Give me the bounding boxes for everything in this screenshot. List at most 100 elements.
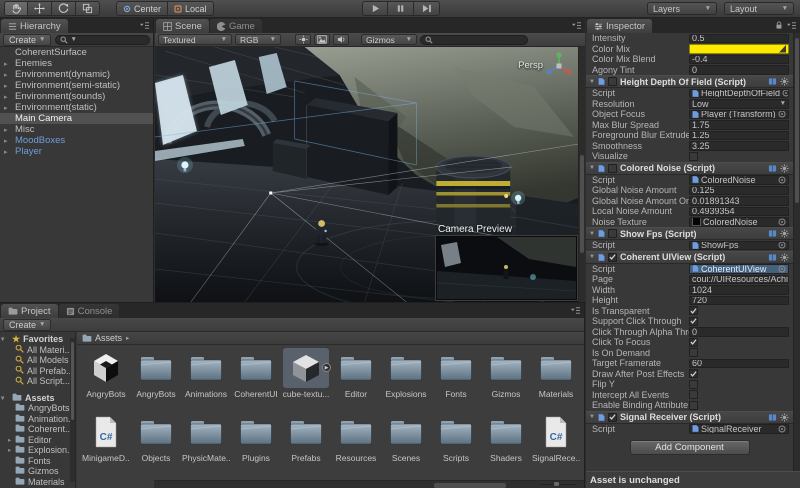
grid-hscrollbar[interactable]: [154, 480, 584, 488]
space-local-button[interactable]: Local: [168, 1, 214, 16]
component-enabled-checkbox[interactable]: [608, 413, 617, 422]
asset-item[interactable]: AngryBots: [81, 348, 131, 412]
object-picker-icon[interactable]: [778, 241, 786, 249]
object-field[interactable]: ColoredNoise: [689, 175, 789, 185]
foldout-icon[interactable]: ▸: [4, 126, 8, 134]
hierarchy-item[interactable]: ▸Player: [0, 146, 153, 157]
play-button[interactable]: [362, 1, 388, 16]
text-field[interactable]: 3.25: [689, 141, 789, 151]
object-picker-icon[interactable]: [778, 265, 786, 273]
gear-icon[interactable]: [780, 413, 789, 422]
texture-field[interactable]: ColoredNoise: [689, 217, 789, 227]
project-create-button[interactable]: Create▼: [3, 319, 51, 331]
asset-expand-badge[interactable]: ▶: [322, 363, 331, 372]
component-enabled-checkbox[interactable]: [608, 77, 617, 86]
checkbox[interactable]: [689, 390, 698, 399]
tree-folder-item[interactable]: Fonts: [0, 456, 75, 467]
hierarchy-item[interactable]: Main Camera: [0, 113, 153, 124]
asset-item[interactable]: Objects: [131, 412, 181, 476]
asset-item[interactable]: ▶cube-textu...: [281, 348, 331, 412]
component-enabled-checkbox[interactable]: [608, 253, 617, 262]
help-icon[interactable]: [768, 253, 777, 262]
gizmos-dropdown[interactable]: Gizmos▼: [361, 34, 417, 45]
asset-item[interactable]: PhysicMate...: [181, 412, 231, 476]
text-field[interactable]: coui://UIResources/Achieven: [689, 275, 789, 285]
hierarchy-item[interactable]: ▸Environment(static): [0, 102, 153, 113]
asset-item[interactable]: Scripts: [431, 412, 481, 476]
tab-project[interactable]: Project: [1, 304, 58, 318]
asset-item[interactable]: Animations: [181, 348, 231, 412]
hierarchy-item[interactable]: ▸Environment(sounds): [0, 91, 153, 102]
text-field[interactable]: -0.4: [689, 55, 789, 65]
scene-scrollbar[interactable]: [578, 47, 585, 302]
light-gizmo-icon[interactable]: [177, 157, 193, 173]
tab-inspector[interactable]: Inspector: [587, 19, 652, 33]
panel-menu-icon[interactable]: [571, 21, 582, 30]
asset-breadcrumb[interactable]: Assets ▸: [77, 332, 584, 345]
object-picker-icon[interactable]: [778, 110, 786, 118]
add-component-button[interactable]: Add Component: [630, 440, 750, 455]
text-field[interactable]: 0: [689, 65, 789, 75]
gear-icon[interactable]: [780, 413, 789, 422]
foldout-icon[interactable]: ▸: [4, 104, 8, 112]
gear-icon[interactable]: [780, 253, 789, 262]
help-icon[interactable]: [768, 413, 777, 422]
checkbox[interactable]: [689, 306, 698, 315]
hierarchy-search-input[interactable]: ▼: [55, 35, 150, 45]
audio-toggle[interactable]: [333, 34, 349, 45]
help-icon[interactable]: [768, 229, 777, 238]
object-picker-icon[interactable]: [778, 176, 786, 184]
object-picker-icon[interactable]: [778, 110, 786, 118]
hierarchy-create-button[interactable]: Create▼: [3, 34, 51, 46]
tab-game[interactable]: Game: [210, 19, 262, 33]
component-enabled-checkbox[interactable]: [608, 164, 617, 173]
tree-favorite-item[interactable]: All Prefab...: [0, 366, 75, 377]
checkbox[interactable]: [689, 317, 698, 326]
asset-item[interactable]: C#MinigameD...: [81, 412, 131, 476]
text-field[interactable]: 0.5: [689, 34, 789, 44]
object-picker-icon[interactable]: [778, 265, 786, 273]
component-header[interactable]: ▼Show Fps (Script): [586, 227, 793, 240]
text-field[interactable]: 0.4939354: [689, 207, 789, 217]
scene-search-input[interactable]: [420, 35, 528, 45]
help-icon[interactable]: [768, 229, 777, 238]
checkbox[interactable]: [689, 338, 698, 347]
object-field[interactable]: Player (Transform): [689, 110, 789, 120]
tab-hierarchy[interactable]: Hierarchy: [1, 19, 68, 33]
scale-tool-button[interactable]: [76, 1, 100, 16]
gear-icon[interactable]: [780, 164, 789, 173]
object-field[interactable]: SignalReceiver: [689, 424, 789, 434]
foldout-icon[interactable]: ▸: [4, 60, 8, 68]
shading-mode-dropdown[interactable]: Textured▼: [158, 34, 232, 45]
help-icon[interactable]: [768, 164, 777, 173]
tree-favorite-item[interactable]: All Models: [0, 355, 75, 366]
help-icon[interactable]: [768, 77, 777, 86]
asset-item[interactable]: Gizmos: [481, 348, 531, 412]
tree-favorite-item[interactable]: All Script...: [0, 376, 75, 387]
hierarchy-item[interactable]: ▸Enemies: [0, 58, 153, 69]
pause-button[interactable]: [388, 1, 414, 16]
asset-item[interactable]: Shaders: [481, 412, 531, 476]
panel-menu-icon[interactable]: [570, 306, 581, 315]
text-field[interactable]: 0: [689, 327, 789, 337]
help-icon[interactable]: [768, 77, 777, 86]
checkbox[interactable]: [689, 401, 698, 410]
color-swatch[interactable]: [689, 44, 789, 54]
object-field[interactable]: CoherentUIView: [689, 264, 789, 274]
tree-folder-item[interactable]: ▸Explosion...: [0, 445, 75, 456]
asset-item[interactable]: Materials: [531, 348, 581, 412]
component-header[interactable]: ▼Coherent UIView (Script): [586, 251, 793, 264]
text-field[interactable]: 0.125: [689, 186, 789, 196]
tab-console[interactable]: Console: [59, 304, 120, 318]
asset-item[interactable]: Explosions: [381, 348, 431, 412]
asset-item[interactable]: Editor: [331, 348, 381, 412]
help-icon[interactable]: [768, 413, 777, 422]
asset-item[interactable]: AngryBots: [131, 348, 181, 412]
tree-scrollbar[interactable]: [70, 338, 75, 482]
lock-icon[interactable]: [775, 21, 783, 30]
dropdown-field[interactable]: Low▼: [689, 99, 789, 109]
step-button[interactable]: [414, 1, 440, 16]
component-header[interactable]: ▼Height Depth Of Field (Script): [586, 75, 793, 88]
asset-item[interactable]: C#SignalRece...: [531, 412, 581, 476]
asset-item[interactable]: CoherentUI: [231, 348, 281, 412]
